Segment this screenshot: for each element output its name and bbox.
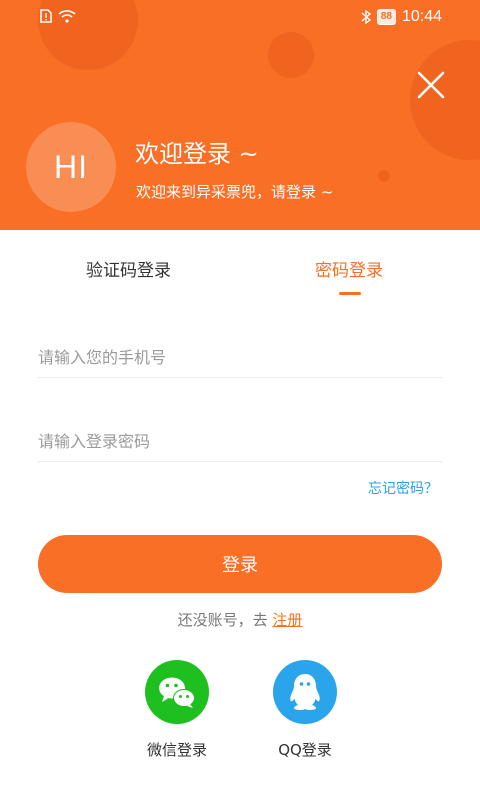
register-prompt: 还没账号，去 注册 bbox=[0, 609, 480, 630]
decor-bubble bbox=[378, 170, 390, 182]
forgot-password-link[interactable]: 忘记密码？ bbox=[368, 478, 438, 498]
status-time: 10:44 bbox=[401, 8, 442, 25]
tab-sms-login[interactable]: 验证码登录 bbox=[86, 256, 171, 281]
login-button[interactable]: 登录 bbox=[38, 535, 442, 593]
wechat-login-button[interactable]: 微信登录 bbox=[122, 660, 232, 760]
password-input[interactable] bbox=[38, 422, 442, 462]
qq-login-button[interactable]: QQ登录 bbox=[250, 660, 360, 760]
wechat-login-label: 微信登录 bbox=[146, 741, 207, 759]
close-icon bbox=[417, 71, 445, 99]
wifi-icon bbox=[58, 10, 76, 23]
wechat-icon bbox=[145, 660, 209, 724]
register-link[interactable]: 注册 bbox=[272, 611, 302, 629]
avatar: HI bbox=[26, 122, 116, 212]
register-prompt-text: 还没账号，去 bbox=[177, 611, 268, 629]
sim-alert-icon bbox=[40, 9, 52, 23]
login-tabs: 验证码登录 密码登录 bbox=[0, 256, 480, 296]
bluetooth-icon bbox=[361, 9, 371, 25]
welcome-subtitle: 欢迎来到异采票兜，请登录 ~ bbox=[136, 183, 334, 201]
phone-input[interactable] bbox=[38, 338, 442, 378]
welcome-title: 欢迎登录 ~ bbox=[135, 140, 259, 168]
battery-icon: 88 bbox=[376, 9, 396, 25]
decor-bubble bbox=[268, 32, 314, 78]
qq-login-label: QQ登录 bbox=[278, 741, 332, 759]
close-button[interactable] bbox=[412, 66, 450, 104]
qq-icon bbox=[273, 660, 337, 724]
tab-password-login[interactable]: 密码登录 bbox=[315, 256, 383, 281]
header: 88 10:44 HI 欢迎登录 ~ 欢迎来到异采票兜，请登录 ~ bbox=[0, 0, 480, 230]
tab-active-indicator bbox=[339, 292, 361, 295]
status-bar: 88 10:44 bbox=[0, 0, 480, 36]
